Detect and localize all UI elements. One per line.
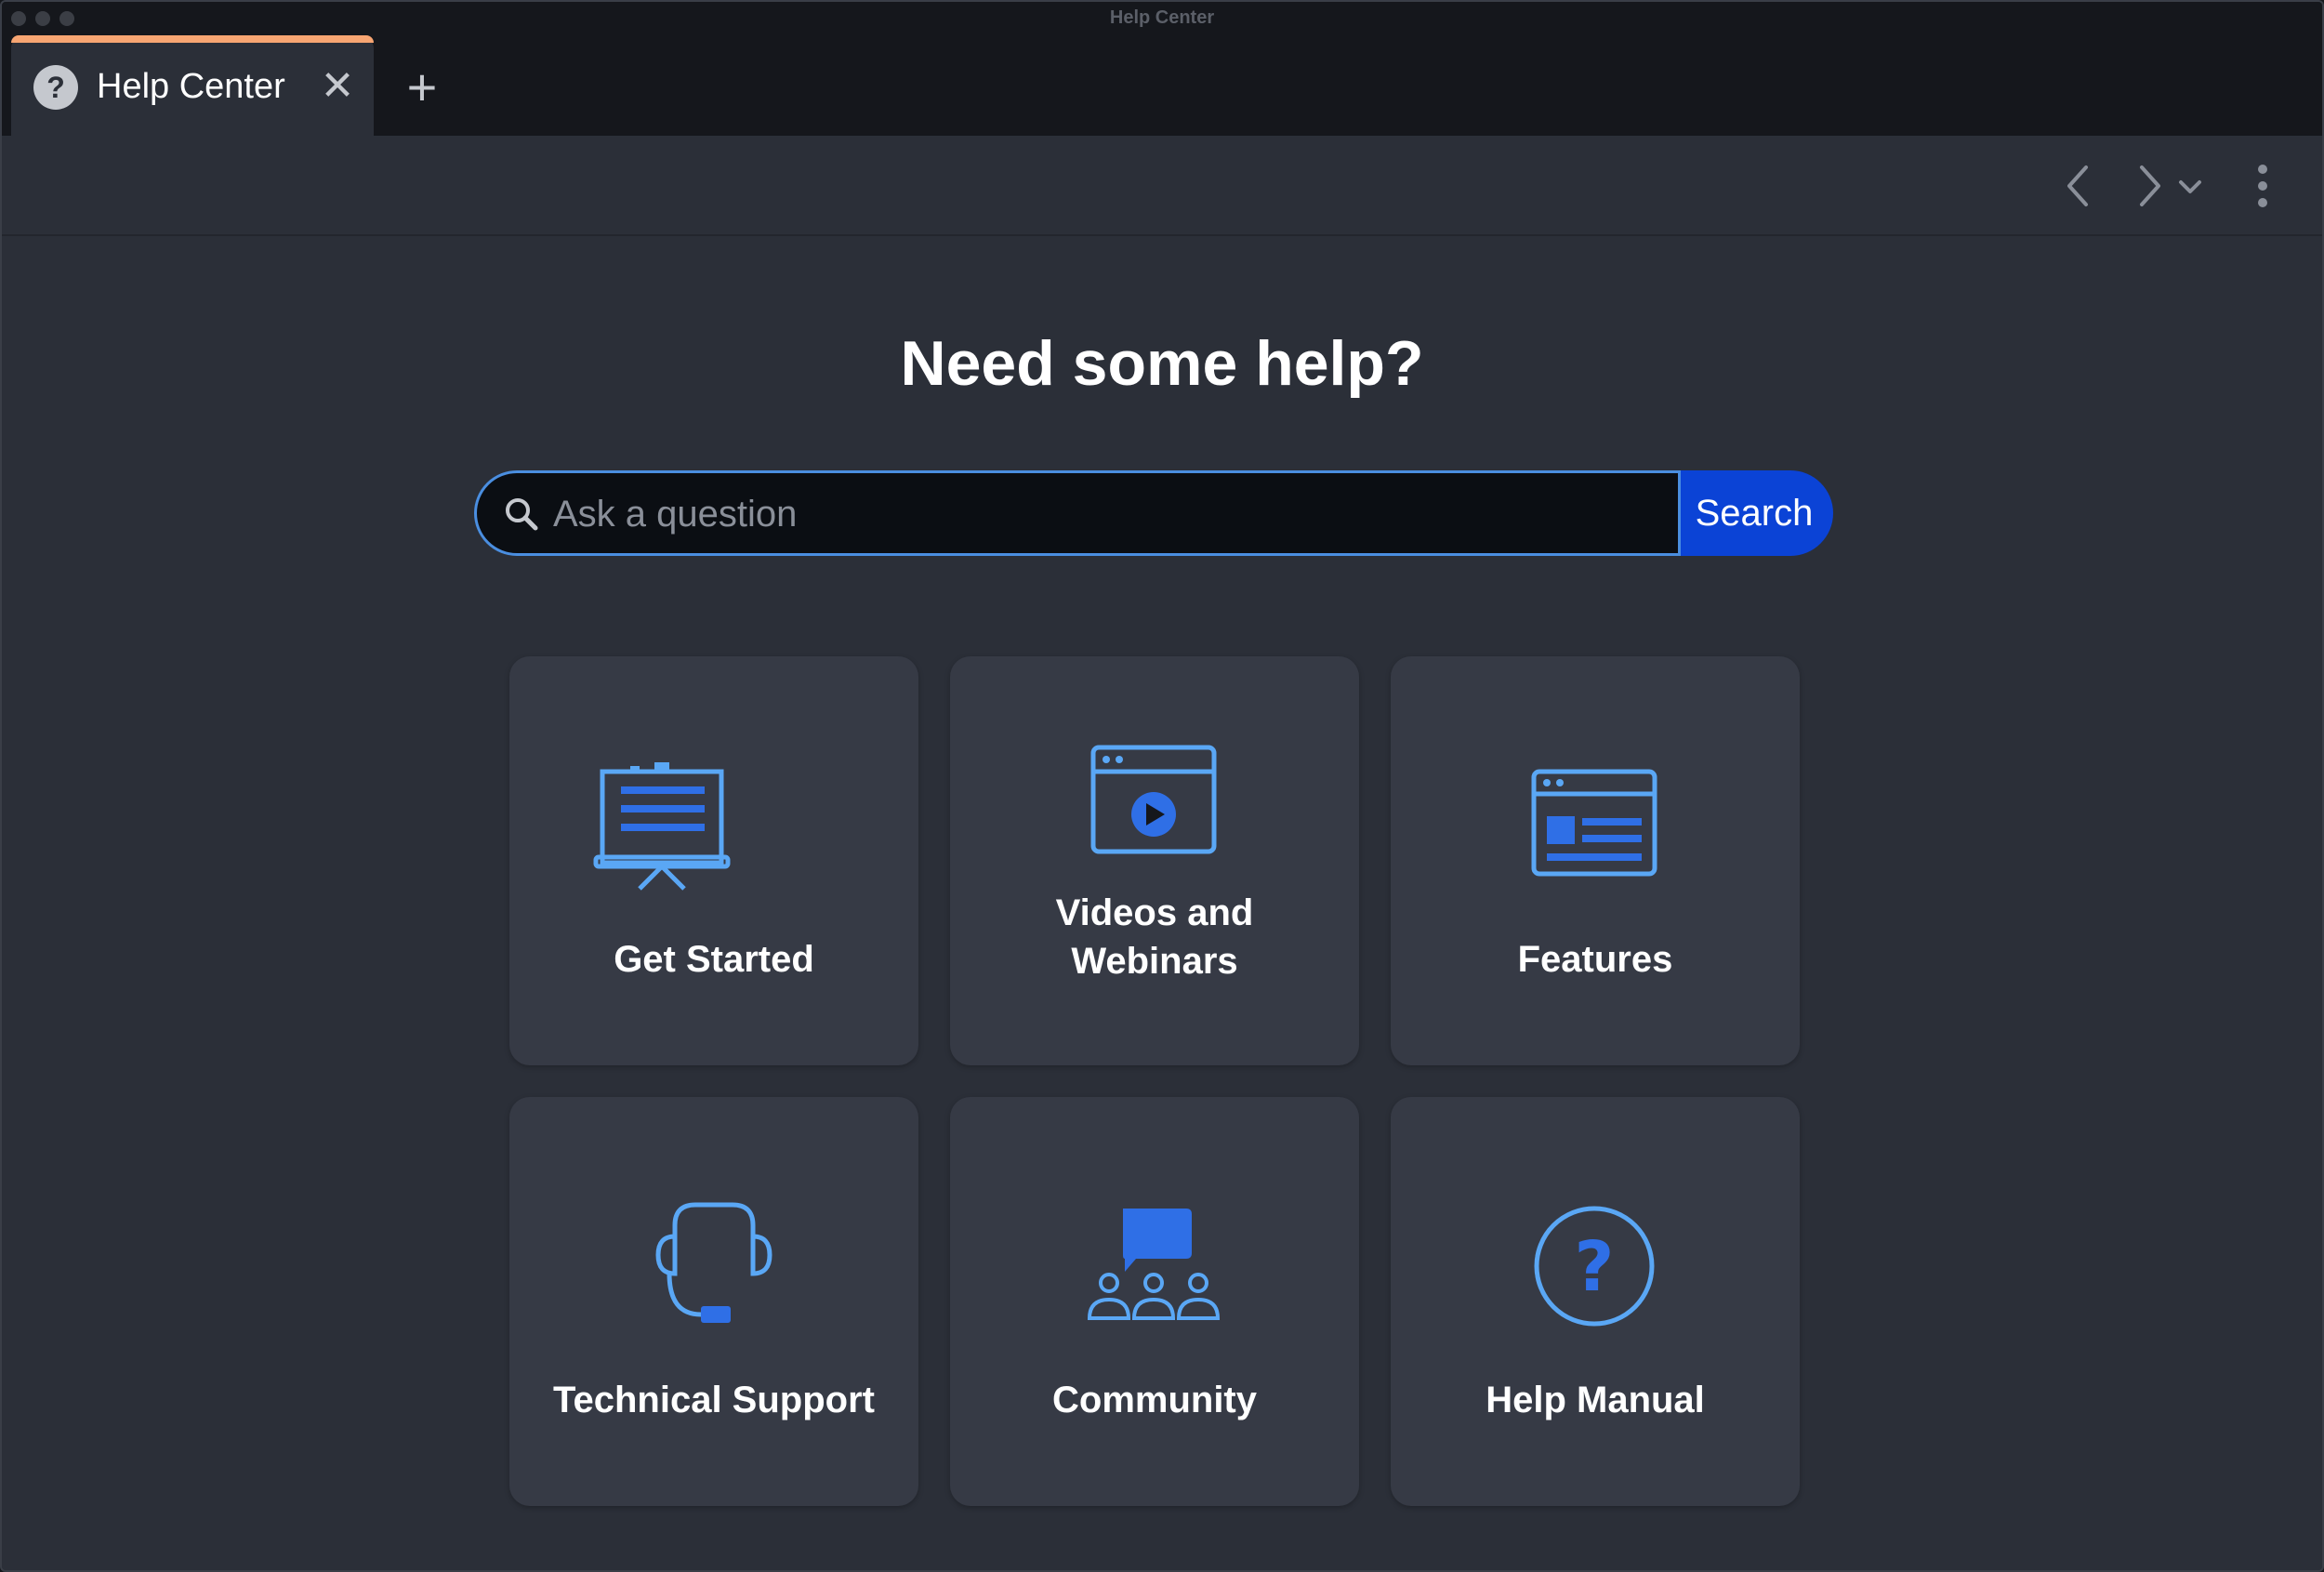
community-chat-icon (1087, 1209, 1221, 1320)
card-features[interactable]: Features (1391, 656, 1800, 1065)
card-label: Get Started (614, 939, 814, 980)
back-button[interactable] (2051, 158, 2106, 214)
chevron-down-icon (2179, 180, 2201, 193)
card-help-manual[interactable]: ? Help Manual (1391, 1097, 1800, 1506)
card-get-started[interactable]: Get Started (509, 656, 918, 1065)
history-dropdown-button[interactable] (2172, 158, 2209, 214)
tab-active-indicator (11, 35, 374, 43)
vertical-ellipsis-icon (2258, 165, 2267, 207)
chevron-right-icon (2140, 165, 2160, 206)
question-circle-icon: ? (33, 65, 78, 110)
svg-text:?: ? (1575, 1227, 1615, 1307)
search-icon (506, 498, 538, 531)
card-videos-and-webinars[interactable]: Videos and Webinars (950, 656, 1359, 1065)
new-tab-button[interactable]: + (396, 61, 448, 113)
presentation-board-icon (593, 762, 731, 891)
card-label: Videos and Webinars (950, 889, 1359, 985)
help-category-grid: Get Started Videos and Webinars Features… (509, 656, 1800, 1506)
browser-layout-icon (1531, 769, 1657, 877)
card-label-text: Videos and Webinars (1055, 892, 1254, 982)
search-input[interactable] (551, 482, 1670, 546)
headset-icon (655, 1202, 772, 1323)
forward-button[interactable] (2121, 158, 2177, 214)
app-window: Help Center ? Help Center ✕ + Need some … (0, 0, 2324, 1572)
question-circle-icon: ? (1534, 1206, 1655, 1327)
card-label: Community (1052, 1380, 1257, 1420)
video-window-icon (1090, 745, 1217, 854)
chevron-left-icon (2067, 165, 2088, 206)
card-label: Technical Support (553, 1380, 875, 1420)
search-button[interactable]: Search (1681, 470, 1833, 556)
help-center-content: Need some help? Search (2, 236, 2322, 1570)
window-title: Help Center (1109, 7, 1215, 28)
card-community[interactable]: Community (950, 1097, 1359, 1506)
tab-help-center[interactable]: ? Help Center ✕ (11, 35, 374, 136)
page-title: Need some help? (900, 328, 1424, 399)
card-label: Help Manual (1486, 1380, 1705, 1420)
more-menu-button[interactable] (2242, 158, 2283, 214)
title-bar: Help Center (2, 2, 2322, 35)
search-field[interactable] (474, 470, 1681, 556)
card-technical-support[interactable]: Technical Support (509, 1097, 918, 1506)
tab-bar: ? Help Center ✕ + (2, 35, 2322, 136)
close-tab-icon[interactable]: ✕ (314, 63, 361, 110)
tab-label: Help Center (97, 67, 285, 106)
card-label: Features (1517, 939, 1673, 980)
toolbar (2, 136, 2322, 236)
